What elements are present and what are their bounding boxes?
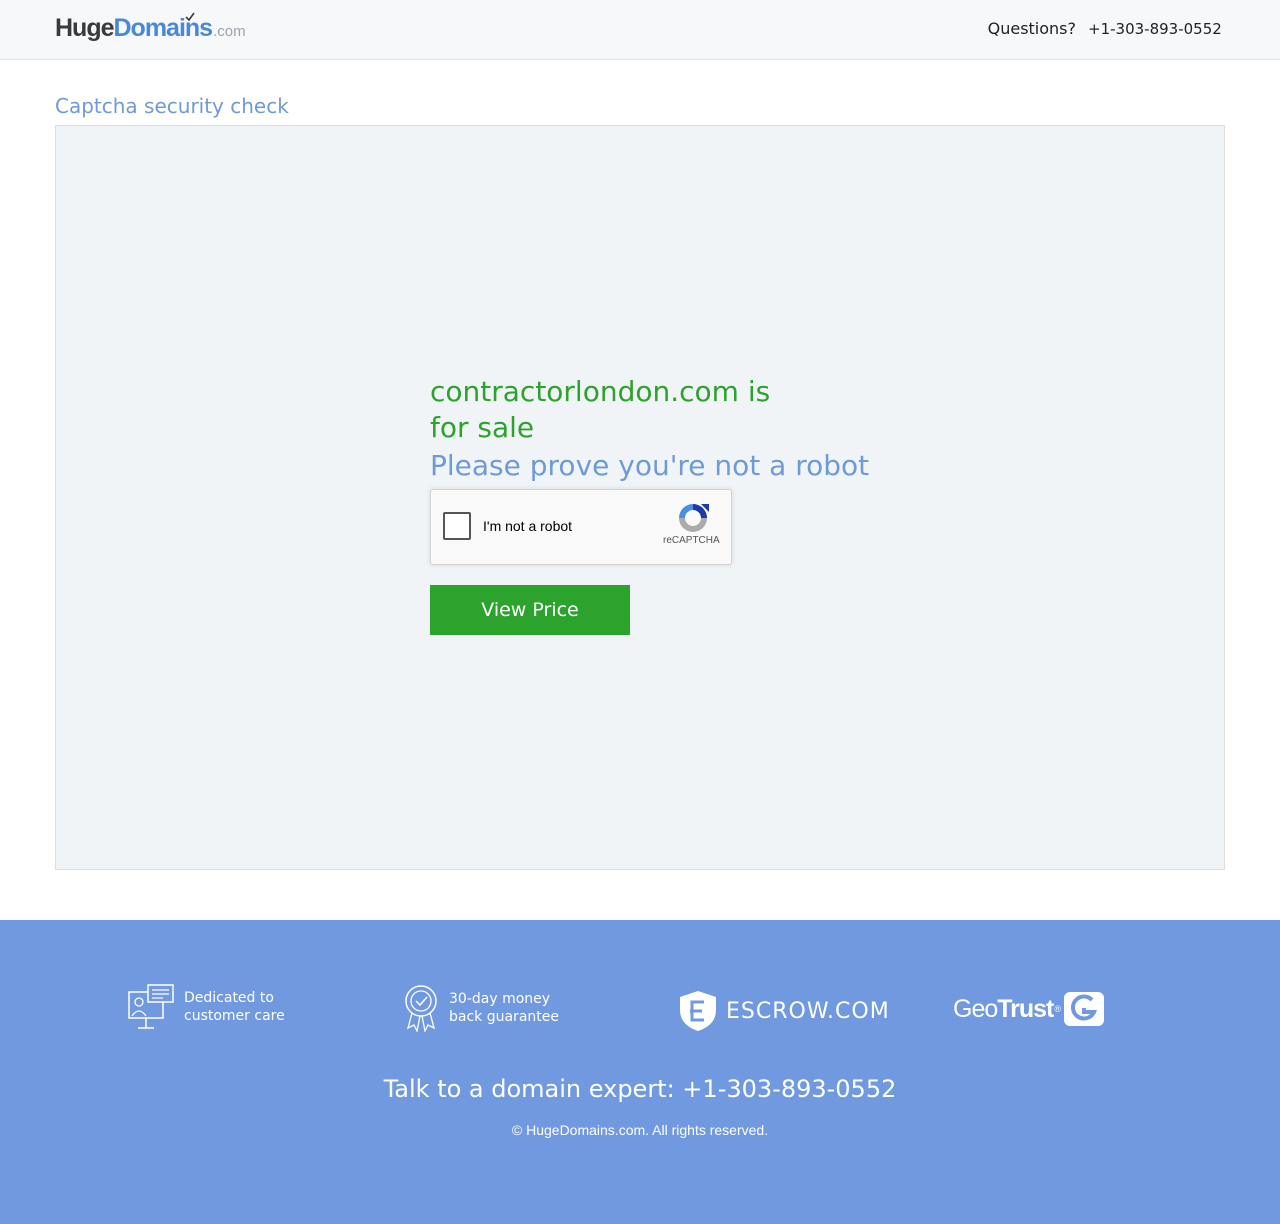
geotrust-mark-icon [1064, 992, 1105, 1026]
feature-care-line2: customer care [184, 1008, 285, 1024]
captcha-content: contractorlondon.com is for sale Please … [430, 374, 870, 484]
robot-prompt-heading: Please prove you're not a robot [430, 449, 870, 482]
site-header: Huge Domains .com Questions? +1-303-893-… [0, 0, 1280, 60]
recaptcha-logo-icon [679, 504, 709, 532]
questions-label: Questions? [987, 19, 1076, 38]
geotrust-registered: ® [1054, 1004, 1061, 1014]
logo-check-icon [185, 12, 195, 22]
feature-guarantee-line2: back guarantee [449, 1009, 559, 1025]
feature-care-line1: Dedicated to [184, 990, 274, 1006]
geotrust-text-trust: Trust [997, 994, 1054, 1023]
guarantee-badge-icon [405, 985, 437, 1032]
recaptcha-brand: reCAPTCHA [663, 535, 720, 546]
logo-text-com: .com [213, 23, 246, 40]
feature-guarantee-line1: 30-day money [449, 991, 551, 1007]
feature-guarantee: 30-day money back guarantee [403, 984, 559, 1032]
domain-for-sale-heading: contractorlondon.com is for sale [430, 375, 771, 444]
logo-text-huge: Huge [55, 14, 114, 42]
escrow-shield-icon [680, 991, 716, 1031]
copyright-notice: © HugeDomains.com. All rights reserved. [511, 1122, 769, 1138]
page-title: Captcha security check [55, 94, 289, 118]
view-price-button[interactable]: View Price [430, 585, 630, 635]
domain-expert-contact: Talk to a domain expert: +1-303-893-0552 [383, 1075, 897, 1103]
recaptcha-checkbox[interactable] [443, 512, 471, 540]
hugedomains-logo[interactable]: Huge Domains .com [55, 12, 246, 46]
geotrust-text-geo: Geo [953, 994, 998, 1023]
header-phone-link[interactable]: +1-303-893-0552 [1088, 20, 1222, 38]
geotrust-logo[interactable]: Geo Trust ® [953, 990, 1106, 1028]
site-footer: Dedicated to customer care 30-day money … [0, 920, 1280, 1224]
feature-customer-care: Dedicated to customer care [128, 984, 285, 1030]
escrow-label: ESCROW.COM [726, 998, 890, 1024]
escrow-logo[interactable]: ESCROW.COM [678, 990, 890, 1032]
customer-care-icon [128, 984, 174, 1029]
recaptcha-label: I'm not a robot [483, 518, 573, 534]
logo-text-domains: Domains [113, 14, 214, 42]
recaptcha-widget: I'm not a robot reCAPTCHA [430, 489, 732, 565]
